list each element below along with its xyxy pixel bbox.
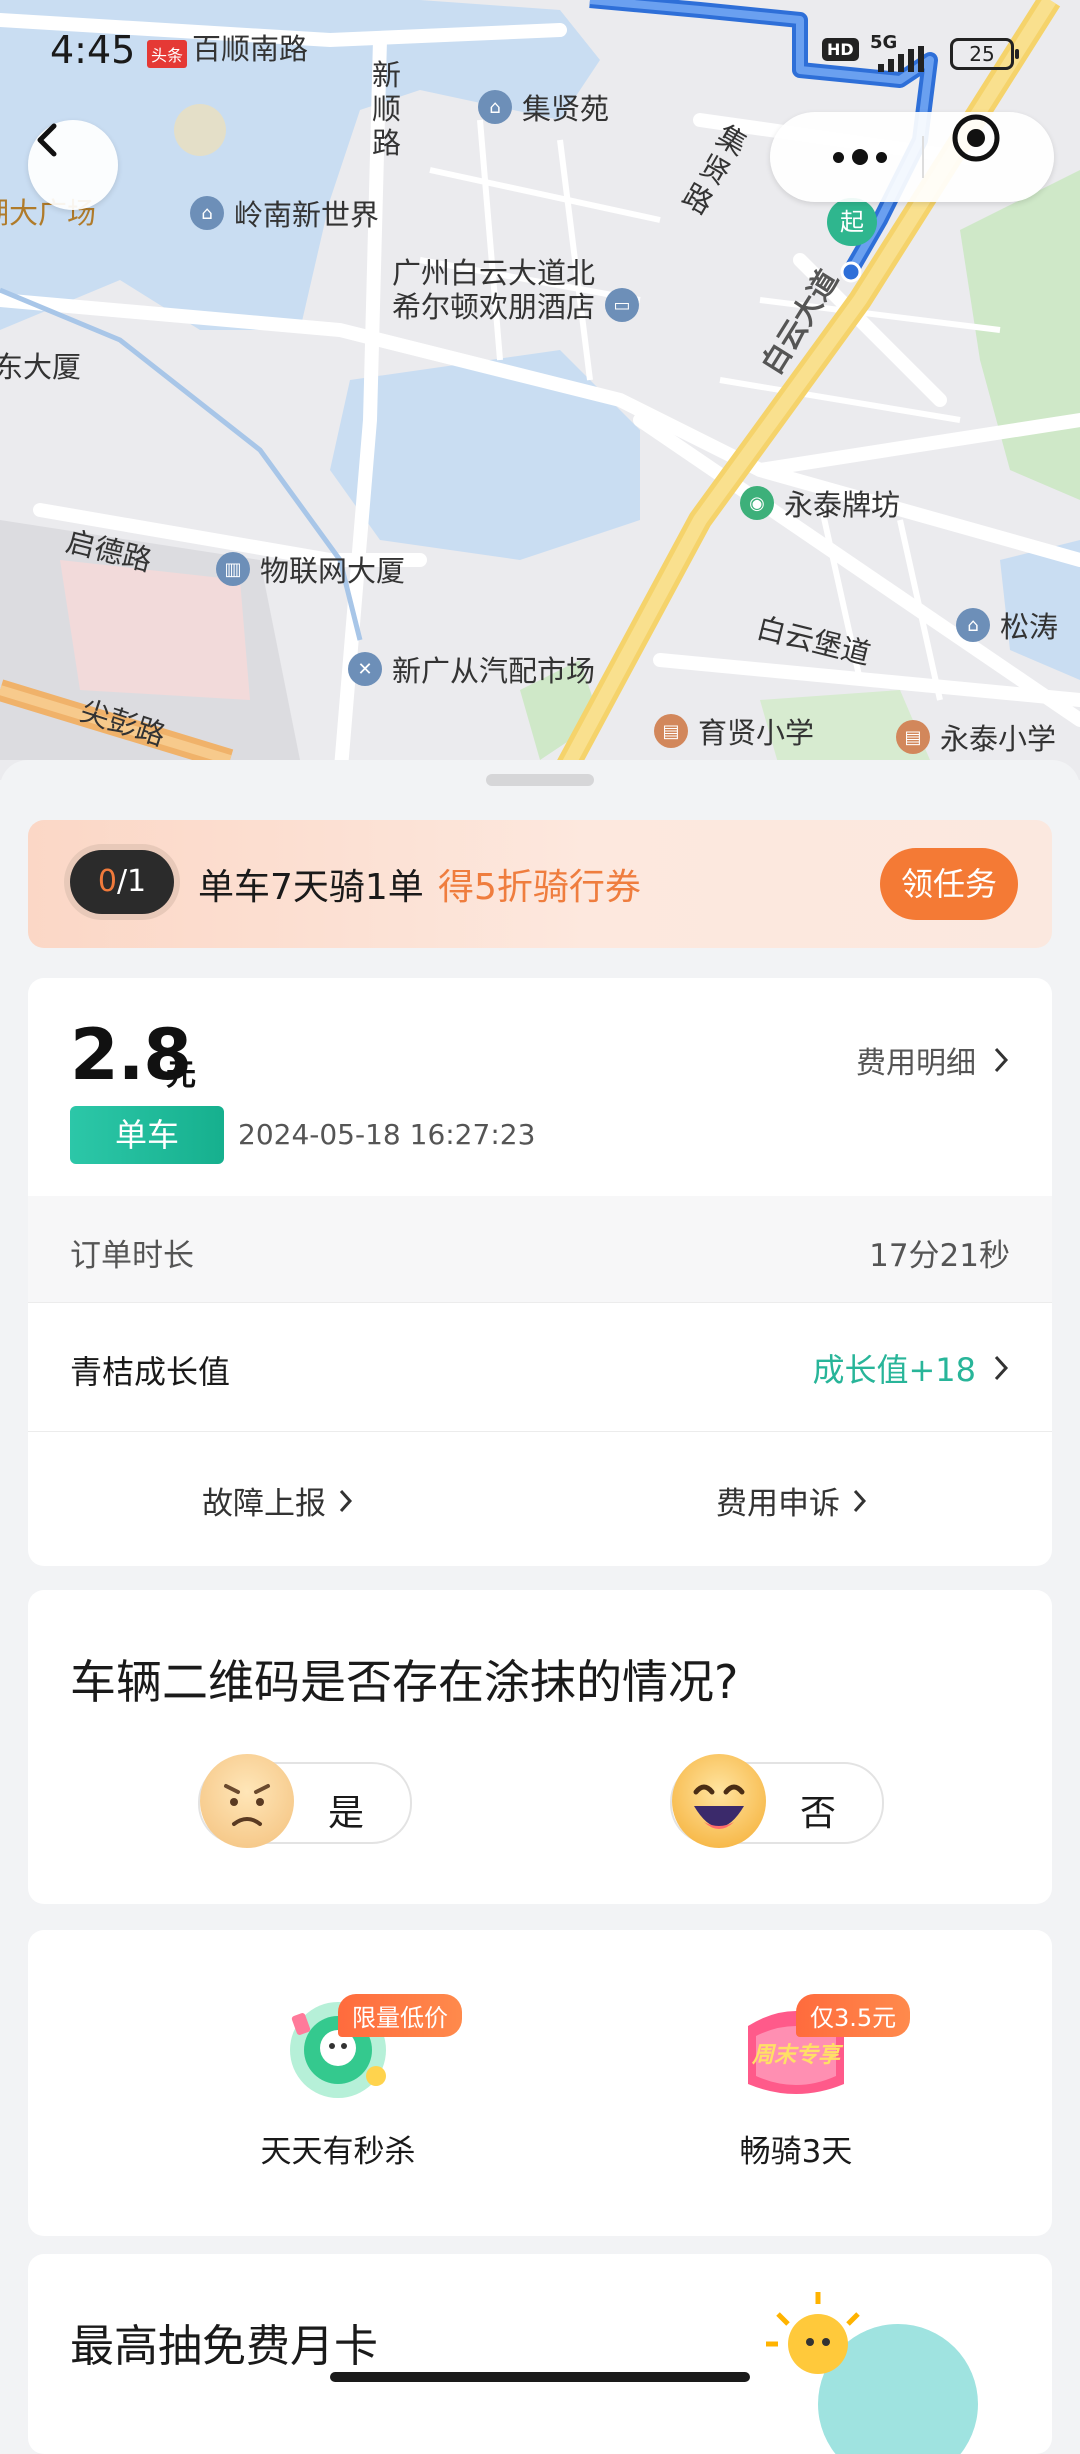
qr-survey-card: 车辆二维码是否存在涂抹的情况? 是 否 bbox=[28, 1590, 1052, 1904]
hd-voice-icon: HD bbox=[822, 38, 859, 61]
map-poi[interactable]: ◉ 永泰牌坊 bbox=[740, 482, 900, 524]
battery-icon: 25 bbox=[950, 38, 1019, 70]
more-dots-icon[interactable] bbox=[810, 112, 910, 202]
back-arrow-icon bbox=[37, 123, 57, 157]
promo-ride-3-days[interactable]: 周末专享 仅3.5元 畅骑3天 bbox=[636, 1986, 956, 2226]
status-bar: 4:45 头条 HD 5G 25 bbox=[0, 0, 1080, 100]
promo-name: 天天有秒杀 bbox=[260, 2134, 416, 2170]
fee-appeal-button[interactable]: 费用申诉 bbox=[716, 1478, 868, 1523]
fault-report-button[interactable]: 故障上报 bbox=[202, 1478, 354, 1523]
miniapp-capsule bbox=[770, 112, 1054, 202]
fee-detail-link[interactable]: 费用明细 bbox=[856, 1038, 1010, 1082]
svg-text:周末专享: 周末专享 bbox=[751, 2042, 844, 2068]
map-poi[interactable]: ⌂ 松涛 bbox=[956, 604, 1058, 646]
residence-icon: ⌂ bbox=[190, 196, 224, 230]
chevron-right-icon bbox=[339, 1489, 353, 1512]
sun-mascot-icon bbox=[766, 2292, 978, 2454]
promo-name: 畅骑3天 bbox=[739, 2134, 853, 2170]
map-poi[interactable]: 希尔顿欢朋酒店 ▭ bbox=[392, 284, 640, 326]
duration-value: 17分21秒 bbox=[869, 1238, 1010, 1274]
residence-icon: ⌂ bbox=[956, 608, 990, 642]
map-poi[interactable]: ✕ 新广从汽配市场 bbox=[348, 648, 595, 690]
survey-yes-button[interactable]: 是 bbox=[198, 1754, 412, 1848]
survey-question: 车辆二维码是否存在涂抹的情况? bbox=[70, 1655, 739, 1709]
map-poi[interactable]: ▤ 育贤小学 bbox=[654, 710, 814, 752]
start-marker[interactable]: 起 bbox=[827, 198, 877, 252]
fee-unit: 元 bbox=[166, 1058, 196, 1093]
map-view[interactable]: 百顺南路 新顺路 集贤路 白云大道 启德路 白云堡道 尖彭路 ⌂ 集贤苑 ⌂ 岭南新… bbox=[0, 0, 1080, 780]
lottery-title: 最高抽免费月卡 bbox=[70, 2321, 378, 2372]
promo-flag: 仅3.5元 bbox=[796, 1994, 911, 2037]
drag-handle[interactable] bbox=[486, 774, 594, 786]
laughing-face-icon bbox=[672, 1754, 766, 1848]
map-poi[interactable]: ▤ 永泰小学 bbox=[896, 716, 1056, 758]
sad-face-icon bbox=[200, 1754, 294, 1848]
clock: 4:45 bbox=[50, 28, 136, 72]
lottery-card[interactable]: 最高抽免费月卡 bbox=[28, 2254, 1052, 2454]
map-poi[interactable]: ⌂ 岭南新世界 bbox=[190, 192, 379, 234]
school-icon: ▤ bbox=[654, 714, 688, 748]
promo-flag: 限量低价 bbox=[338, 1994, 462, 2037]
map-poi[interactable]: ▥ 物联网大厦 bbox=[216, 548, 405, 590]
duration-label: 订单时长 bbox=[70, 1238, 194, 1274]
school-icon: ▤ bbox=[896, 720, 930, 754]
vehicle-type-tag: 单车 bbox=[70, 1106, 224, 1164]
hotel-icon: ▭ bbox=[605, 288, 640, 322]
tools-icon: ✕ bbox=[348, 652, 382, 686]
capsule-divider bbox=[922, 136, 924, 178]
survey-no-button[interactable]: 否 bbox=[670, 1754, 884, 1848]
fee-card: 2.8 元 费用明细 单车 2024-05-18 16:27:23 订单时长 1… bbox=[28, 978, 1052, 1566]
home-indicator[interactable] bbox=[330, 2372, 750, 2382]
map-edge-label: 东大厦 bbox=[0, 350, 82, 384]
task-progress: 0/1 bbox=[70, 850, 174, 914]
actions-row: 故障上报 费用申诉 bbox=[28, 1430, 1052, 1566]
growth-row[interactable]: 青桔成长值 成长值+18 bbox=[28, 1302, 1052, 1432]
growth-label: 青桔成长值 bbox=[70, 1353, 231, 1391]
target-icon[interactable] bbox=[950, 112, 1040, 202]
back-button[interactable] bbox=[28, 120, 118, 210]
task-banner[interactable]: 0/1 单车7天骑1单 得5折骑行券 领任务 bbox=[28, 820, 1052, 948]
task-title: 单车7天骑1单 bbox=[198, 867, 424, 908]
order-datetime: 2024-05-18 16:27:23 bbox=[238, 1118, 536, 1151]
landmark-icon: ◉ bbox=[740, 486, 774, 520]
task-reward: 得5折骑行券 bbox=[438, 867, 641, 908]
building-icon: ▥ bbox=[216, 552, 250, 586]
bottom-sheet[interactable]: 0/1 单车7天骑1单 得5折骑行券 领任务 2.8 元 费用明细 单车 202… bbox=[0, 760, 1080, 2454]
news-app-badge: 头条 bbox=[147, 40, 188, 68]
chevron-right-icon bbox=[994, 1047, 1009, 1073]
duration-row: 订单时长 17分21秒 bbox=[28, 1196, 1052, 1302]
promo-daily-flash-sale[interactable]: 限量低价 天天有秒杀 bbox=[178, 1986, 498, 2226]
claim-task-button[interactable]: 领任务 bbox=[880, 848, 1018, 920]
promo-card: 限量低价 天天有秒杀 周末专享 仅3.5元 畅骑3天 bbox=[28, 1930, 1052, 2236]
signal-icon bbox=[878, 46, 924, 72]
chevron-right-icon bbox=[994, 1355, 1009, 1381]
chevron-right-icon bbox=[853, 1489, 867, 1512]
growth-value: 成长值+18 bbox=[812, 1345, 1010, 1391]
